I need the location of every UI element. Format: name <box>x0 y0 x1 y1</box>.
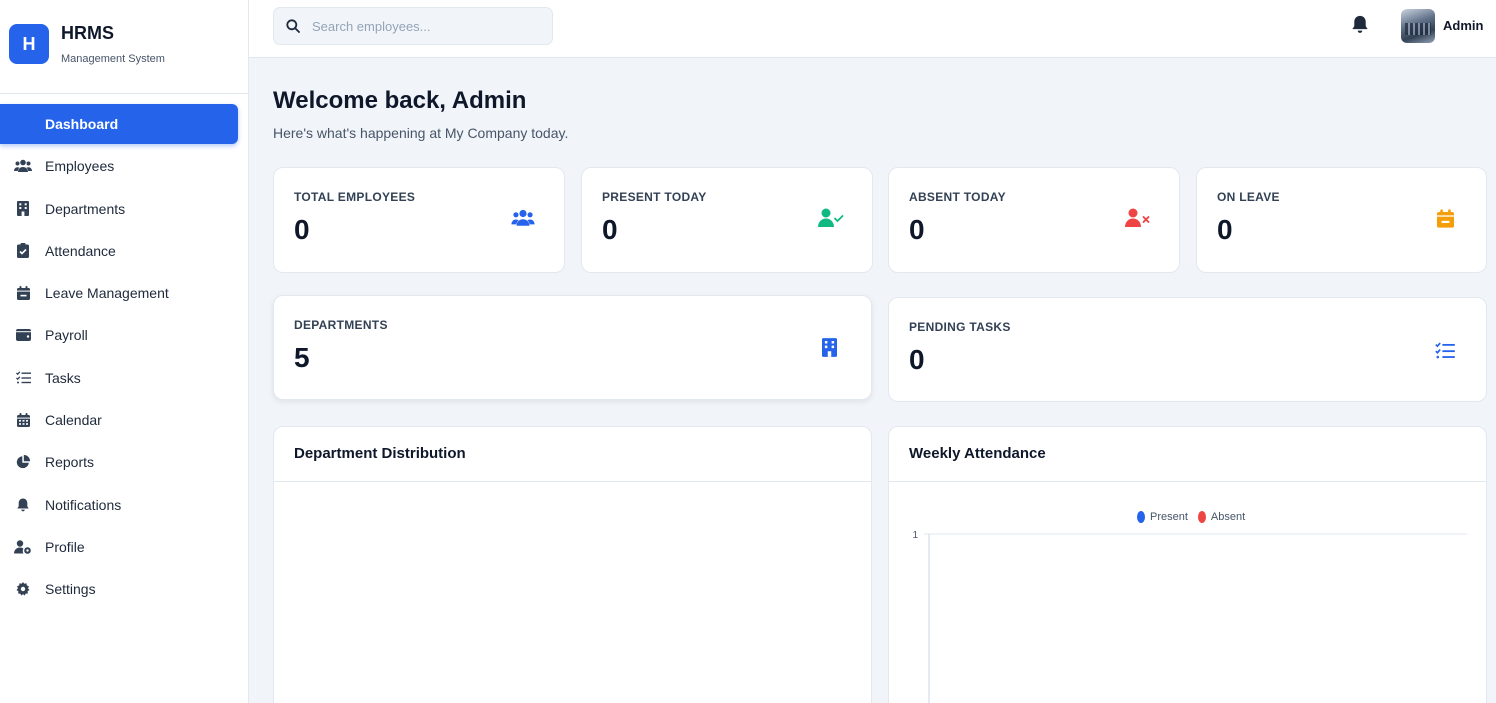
sidebar-item-label: Employees <box>45 158 115 175</box>
page-subtitle: Here's what's happening at My Company to… <box>273 125 569 141</box>
stat-card-pending-tasks: PENDING TASKS 0 <box>888 297 1487 402</box>
sidebar-item-label: Notifications <box>45 496 122 513</box>
panel-title: Department Distribution <box>294 445 466 462</box>
stat-card-on-leave: ON LEAVE 0 <box>1196 167 1487 273</box>
clipboard-check-icon <box>14 242 32 260</box>
building-icon <box>14 200 32 218</box>
stat-value: 0 <box>909 344 925 375</box>
sidebar-item-profile[interactable]: Profile <box>0 527 249 567</box>
bell-icon <box>1352 15 1368 38</box>
sidebar-item-label: Calendar <box>45 412 102 429</box>
notifications-button[interactable] <box>1352 15 1374 37</box>
sidebar-item-leave-management[interactable]: Leave Management <box>0 273 249 313</box>
chart-legend: Present Absent <box>1137 511 1255 523</box>
sidebar-item-dashboard[interactable]: Dashboard <box>0 104 238 144</box>
brand: H HRMS Management System <box>0 0 248 94</box>
sidebar-item-label: Profile <box>45 538 85 555</box>
stat-card-total-employees: TOTAL EMPLOYEES 0 <box>273 167 565 273</box>
sidebar-item-reports[interactable]: Reports <box>0 442 249 482</box>
sidebar-item-notifications[interactable]: Notifications <box>0 485 249 525</box>
sidebar-item-tasks[interactable]: Tasks <box>0 358 249 398</box>
calendar-icon <box>14 411 32 429</box>
building-icon <box>822 338 846 362</box>
page-title: Welcome back, Admin <box>273 87 527 114</box>
sidebar-item-label: Settings <box>45 581 96 598</box>
sidebar-item-label: Reports <box>45 454 95 471</box>
sidebar-item-departments[interactable]: Departments <box>0 189 249 229</box>
sidebar-item-settings[interactable]: Settings <box>0 569 249 609</box>
sidebar-item-label: Leave Management <box>45 285 169 302</box>
stat-card-present-today: PRESENT TODAY 0 <box>581 167 873 273</box>
legend-item-present[interactable]: Present <box>1137 511 1188 523</box>
user-gear-icon <box>14 538 32 556</box>
search-input[interactable] <box>312 16 542 36</box>
brand-logo[interactable]: H <box>9 24 49 64</box>
stat-value: 0 <box>909 214 925 245</box>
users-icon <box>511 209 535 233</box>
sidebar-item-label: Attendance <box>45 242 116 259</box>
wallet-icon <box>14 326 32 344</box>
sidebar-nav: Dashboard Employees Departments Attendan… <box>0 104 249 612</box>
calendar-minus-icon <box>1437 209 1461 233</box>
sidebar-item-label: Payroll <box>45 327 88 344</box>
stat-value: 0 <box>294 214 310 245</box>
sidebar-item-attendance[interactable]: Attendance <box>0 231 249 271</box>
stat-label: PENDING TASKS <box>909 320 1011 334</box>
stat-label: DEPARTMENTS <box>294 318 388 332</box>
stat-label: ABSENT TODAY <box>909 190 1006 204</box>
user-check-icon <box>818 208 844 232</box>
panel-divider <box>889 481 1486 482</box>
search-icon <box>286 19 300 33</box>
panel-divider <box>274 481 871 482</box>
stat-card-absent-today: ABSENT TODAY 0 <box>888 167 1180 273</box>
user-x-icon <box>1125 208 1150 232</box>
stat-value: 0 <box>602 214 618 245</box>
brand-subtitle: Management System <box>61 53 165 65</box>
sidebar: H HRMS Management System Dashboard Emplo… <box>0 0 249 703</box>
sidebar-item-label: Departments <box>45 200 126 217</box>
stat-label: TOTAL EMPLOYEES <box>294 190 416 204</box>
stat-label: PRESENT TODAY <box>602 190 707 204</box>
panel-title: Weekly Attendance <box>909 445 1046 462</box>
list-check-icon <box>14 369 32 387</box>
brand-title: HRMS <box>61 23 114 43</box>
legend-label: Present <box>1150 511 1188 523</box>
sidebar-item-calendar[interactable]: Calendar <box>0 400 249 440</box>
sidebar-item-label: Dashboard <box>45 116 119 132</box>
sidebar-item-employees[interactable]: Employees <box>0 146 249 186</box>
users-icon <box>14 157 32 175</box>
gear-icon <box>14 580 32 598</box>
stat-value: 5 <box>294 342 310 373</box>
calendar-minus-icon <box>14 284 32 302</box>
legend-swatch <box>1137 511 1145 523</box>
user-name[interactable]: Admin <box>1443 18 1483 33</box>
legend-item-absent[interactable]: Absent <box>1197 511 1246 523</box>
legend-swatch <box>1197 511 1206 523</box>
legend-label: Absent <box>1210 511 1246 523</box>
pie-chart-icon <box>14 453 32 471</box>
stat-value: 0 <box>1217 214 1233 245</box>
sidebar-item-payroll[interactable]: Payroll <box>0 315 249 355</box>
bell-icon <box>14 496 32 514</box>
department-distribution-panel: Department Distribution <box>273 426 872 703</box>
weekly-attendance-panel: Weekly Attendance Present Absent 1 <box>888 426 1487 703</box>
topbar: Admin <box>249 0 1496 58</box>
stat-card-departments: DEPARTMENTS 5 <box>273 295 872 400</box>
avatar[interactable] <box>1401 9 1435 43</box>
y-tick-label: 1 <box>912 530 918 541</box>
attendance-chart: 1 <box>912 530 1467 703</box>
list-check-icon <box>1435 342 1459 366</box>
stat-label: ON LEAVE <box>1217 190 1280 204</box>
sidebar-item-label: Tasks <box>45 369 81 386</box>
search-box[interactable] <box>273 7 553 45</box>
